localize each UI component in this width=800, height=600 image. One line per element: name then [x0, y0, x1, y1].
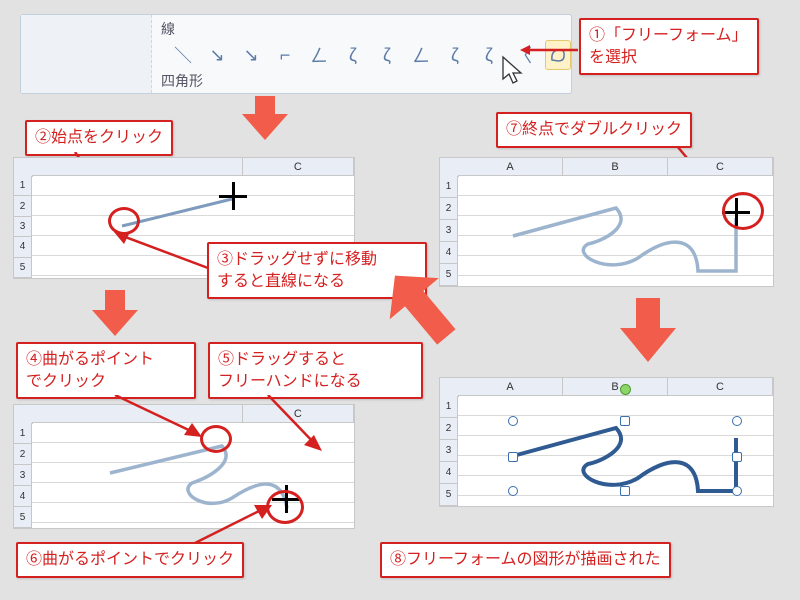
curve2-tool-icon[interactable]: ζ: [375, 41, 399, 69]
row-header[interactable]: 2: [440, 418, 458, 440]
row-header[interactable]: 3: [14, 465, 32, 486]
sheet-corner: [14, 405, 33, 424]
elbow2-tool-icon[interactable]: ㄥ: [307, 41, 331, 69]
column-headers: A B C: [458, 158, 773, 176]
col-header[interactable]: [32, 158, 243, 176]
row-header[interactable]: 2: [14, 444, 32, 465]
row-header[interactable]: 5: [440, 484, 458, 506]
arrow2-tool-icon[interactable]: ↘: [239, 41, 263, 69]
curve-tool-icon[interactable]: ζ: [341, 41, 365, 69]
callout-step1: ①「フリーフォーム」 を選択: [579, 18, 759, 75]
col-header[interactable]: [32, 405, 243, 423]
row-headers: 1 2 3 4 5: [14, 176, 32, 278]
flow-arrow-icon: [240, 96, 290, 144]
callout-step8: ⑧フリーフォームの図形が描画された: [380, 542, 671, 578]
row-header[interactable]: 1: [440, 176, 458, 198]
row-header[interactable]: 5: [14, 258, 32, 278]
row-header[interactable]: 2: [440, 198, 458, 220]
callout-step7: ⑦終点でダブルクリック: [496, 112, 692, 148]
selection-handle[interactable]: [620, 416, 630, 426]
worksheet-panel-4: A B C 1 2 3 4 5: [440, 378, 773, 506]
column-headers: C: [32, 405, 354, 423]
worksheet-panel-2: A B C 1 2 3 4 5: [440, 158, 773, 286]
selection-handle[interactable]: [732, 486, 742, 496]
col-header[interactable]: B: [563, 378, 668, 396]
elbow-tool-icon[interactable]: ⌐: [273, 41, 297, 69]
toolbar-section-lines: 線: [161, 19, 175, 39]
callout-step4: ④曲がるポイント でクリック: [16, 342, 196, 399]
col-header[interactable]: C: [243, 158, 354, 176]
col-header[interactable]: A: [458, 158, 563, 176]
column-headers: A B C: [458, 378, 773, 396]
shapes-toolbar: 線 四角形 ＼ ↘ ↘ ⌐ ㄥ ζ ζ ㄥ ζ ζ 〈: [20, 14, 572, 94]
sheet-corner: [14, 158, 33, 177]
row-header[interactable]: 1: [14, 176, 32, 196]
callout-step5: ⑤ドラッグすると フリーハンドになる: [208, 342, 423, 399]
selection-handle[interactable]: [620, 486, 630, 496]
row-headers: 1 2 3 4 5: [14, 423, 32, 528]
selection-handle[interactable]: [508, 486, 518, 496]
toolbar-section-rects: 四角形: [161, 71, 203, 91]
highlight-circle-step6: [266, 490, 304, 524]
row-header[interactable]: 1: [14, 423, 32, 444]
draw-cursor-icon: [219, 182, 247, 210]
selection-handle[interactable]: [732, 452, 742, 462]
row-header[interactable]: 4: [440, 462, 458, 484]
sheet-corner: [440, 378, 459, 397]
elbow3-tool-icon[interactable]: ㄥ: [409, 41, 433, 69]
row-header[interactable]: 1: [440, 396, 458, 418]
highlight-circle-end: [722, 192, 764, 230]
curve3-tool-icon[interactable]: ζ: [443, 41, 467, 69]
col-header[interactable]: C: [668, 158, 773, 176]
col-header[interactable]: C: [243, 405, 354, 423]
arrow-tool-icon[interactable]: ↘: [205, 41, 229, 69]
drawing-final-shape[interactable]: [458, 396, 778, 511]
row-headers: 1 2 3 4 5: [440, 176, 458, 286]
row-header[interactable]: 3: [440, 220, 458, 242]
col-header[interactable]: A: [458, 378, 563, 396]
callout-step2: ②始点をクリック: [25, 120, 173, 156]
selection-handle[interactable]: [508, 452, 518, 462]
selection-handle[interactable]: [508, 416, 518, 426]
line-tool-icon[interactable]: ＼: [171, 41, 195, 69]
drawing-step4-5: [32, 423, 352, 533]
flow-arrow-icon: [90, 290, 140, 340]
row-headers: 1 2 3 4 5: [440, 396, 458, 506]
row-header[interactable]: 4: [14, 486, 32, 507]
row-header[interactable]: 4: [440, 242, 458, 264]
row-header[interactable]: 3: [14, 217, 32, 237]
highlight-circle-start: [108, 207, 140, 235]
sheet-corner: [440, 158, 459, 177]
freeform-tool-icon[interactable]: [545, 40, 571, 70]
row-header[interactable]: 2: [14, 196, 32, 216]
mouse-cursor-icon: [499, 55, 529, 93]
column-headers: C: [32, 158, 354, 176]
callout-step6: ⑥曲がるポイントでクリック: [16, 542, 244, 578]
col-header[interactable]: C: [668, 378, 773, 396]
row-header[interactable]: 5: [14, 507, 32, 528]
curve4-tool-icon[interactable]: ζ: [477, 41, 501, 69]
flow-arrow-icon: [618, 298, 678, 368]
freeform-shape-icon: [549, 46, 567, 64]
col-header[interactable]: B: [563, 158, 668, 176]
highlight-circle-bend: [200, 425, 232, 453]
toolbar-gap: [21, 15, 152, 93]
row-header[interactable]: 4: [14, 237, 32, 257]
row-header[interactable]: 5: [440, 264, 458, 286]
rotate-handle-icon[interactable]: [620, 384, 631, 395]
row-header[interactable]: 3: [440, 440, 458, 462]
selection-handle[interactable]: [732, 416, 742, 426]
drawing-step7: [458, 176, 778, 291]
